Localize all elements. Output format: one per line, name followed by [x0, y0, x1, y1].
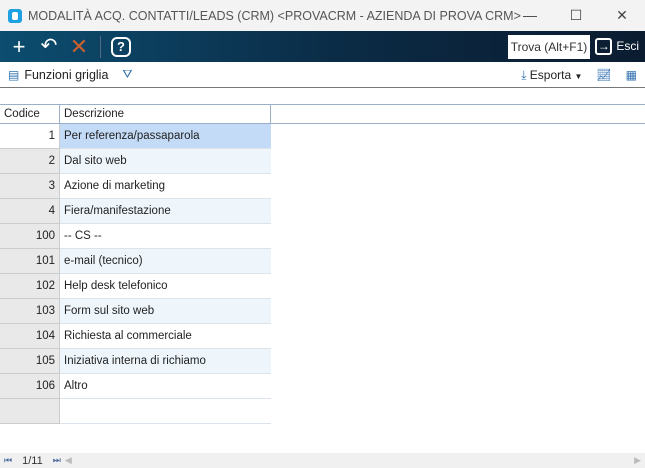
last-page-icon[interactable]: ⏭ — [49, 455, 65, 466]
empty-new-row[interactable] — [0, 399, 645, 424]
close-window-button[interactable]: ✕ — [599, 0, 645, 31]
title-bar: MODALITÀ ACQ. CONTATTI/LEADS (CRM) <PROV… — [0, 0, 645, 31]
grid-footer: ⏮ 1/11 ⏭ ◀ ▶ — [0, 453, 645, 468]
esci-button[interactable]: → Esci — [595, 31, 639, 62]
cell-codice[interactable]: 2 — [0, 149, 60, 174]
cell-descrizione[interactable]: Dal sito web — [60, 149, 271, 174]
cell-descrizione[interactable]: e-mail (tecnico) — [60, 249, 271, 274]
grid-function-bar: ▤ Funzioni griglia ⛛ ⤓ Esporta ▼ 📈︎ ▦ — [0, 62, 645, 88]
table-row[interactable]: 105 Iniziativa interna di richiamo — [0, 349, 645, 374]
scroll-left-icon[interactable]: ◀ — [65, 455, 72, 466]
grid-layout-icon[interactable]: ▦ — [626, 68, 637, 82]
cell-descrizione[interactable]: Altro — [60, 374, 271, 399]
cell-descrizione[interactable]: Fiera/manifestazione — [60, 199, 271, 224]
table-row[interactable]: 102 Help desk telefonico — [0, 274, 645, 299]
toolbar-divider — [100, 35, 101, 58]
esporta-label: Esporta — [529, 67, 572, 82]
table-row[interactable]: 3 Azione di marketing — [0, 174, 645, 199]
table-row[interactable]: 1 Per referenza/passaparola — [0, 124, 645, 149]
data-grid: Codice Descrizione 1 Per referenza/passap… — [0, 104, 645, 424]
first-page-icon[interactable]: ⏮ — [0, 455, 16, 466]
delete-icon[interactable]: ✕ — [64, 31, 94, 62]
cell-descrizione[interactable]: Help desk telefonico — [60, 274, 271, 299]
page-indicator: 1/11 — [22, 454, 43, 467]
table-row[interactable]: 106 Altro — [0, 374, 645, 399]
table-row[interactable]: 104 Richiesta al commerciale — [0, 324, 645, 349]
cell-codice[interactable]: 105 — [0, 349, 60, 374]
cell-descrizione[interactable]: Azione di marketing — [60, 174, 271, 199]
exit-icon: → — [595, 38, 613, 55]
chevron-down-icon: ▼ — [574, 71, 583, 81]
minimize-button[interactable]: — — [507, 0, 553, 31]
column-header-codice[interactable]: Codice — [0, 105, 60, 123]
add-icon[interactable]: + — [4, 31, 34, 62]
cell-codice[interactable]: 1 — [0, 124, 60, 149]
cell-codice[interactable]: 106 — [0, 374, 60, 399]
table-row[interactable]: 103 Form sul sito web — [0, 299, 645, 324]
cell-codice[interactable]: 4 — [0, 199, 60, 224]
cell-codice[interactable]: 103 — [0, 299, 60, 324]
funzioni-griglia-button[interactable]: Funzioni griglia — [24, 68, 108, 82]
esci-label: Esci — [616, 39, 639, 53]
app-icon — [8, 8, 22, 23]
table-row[interactable]: 4 Fiera/manifestazione — [0, 199, 645, 224]
cell-descrizione[interactable]: Per referenza/passaparola — [60, 124, 271, 149]
table-row[interactable]: 101 e-mail (tecnico) — [0, 249, 645, 274]
window-title: MODALITÀ ACQ. CONTATTI/LEADS (CRM) <PROV… — [28, 8, 521, 23]
list-icon: ▤ — [8, 67, 20, 82]
trova-button[interactable]: Trova (Alt+F1) — [508, 35, 590, 59]
help-icon[interactable]: ? — [111, 36, 131, 57]
chart-icon[interactable]: 📈︎ — [596, 68, 611, 82]
cell-descrizione[interactable]: Iniziativa interna di richiamo — [60, 349, 271, 374]
esporta-button[interactable]: ⤓ Esporta ▼ — [521, 68, 582, 83]
cell-descrizione[interactable]: Richiesta al commerciale — [60, 324, 271, 349]
cell-descrizione[interactable]: -- CS -- — [60, 224, 271, 249]
cell-codice[interactable]: 101 — [0, 249, 60, 274]
undo-icon[interactable]: ↶ — [34, 31, 64, 62]
main-toolbar: + ↶ ✕ ? Trova (Alt+F1) → Esci — [0, 31, 645, 62]
maximize-button[interactable]: ☐ — [553, 0, 599, 31]
scroll-right-icon[interactable]: ▶ — [634, 455, 645, 466]
cell-codice[interactable]: 100 — [0, 224, 60, 249]
table-row[interactable]: 100 -- CS -- — [0, 224, 645, 249]
filter-icon[interactable]: ⛛ — [122, 67, 132, 82]
download-icon: ⤓ — [521, 67, 527, 82]
cell-codice[interactable]: 3 — [0, 174, 60, 199]
cell-descrizione[interactable]: Form sul sito web — [60, 299, 271, 324]
table-row[interactable]: 2 Dal sito web — [0, 149, 645, 174]
cell-codice[interactable]: 104 — [0, 324, 60, 349]
cell-codice[interactable]: 102 — [0, 274, 60, 299]
column-header-descrizione[interactable]: Descrizione — [60, 105, 271, 123]
